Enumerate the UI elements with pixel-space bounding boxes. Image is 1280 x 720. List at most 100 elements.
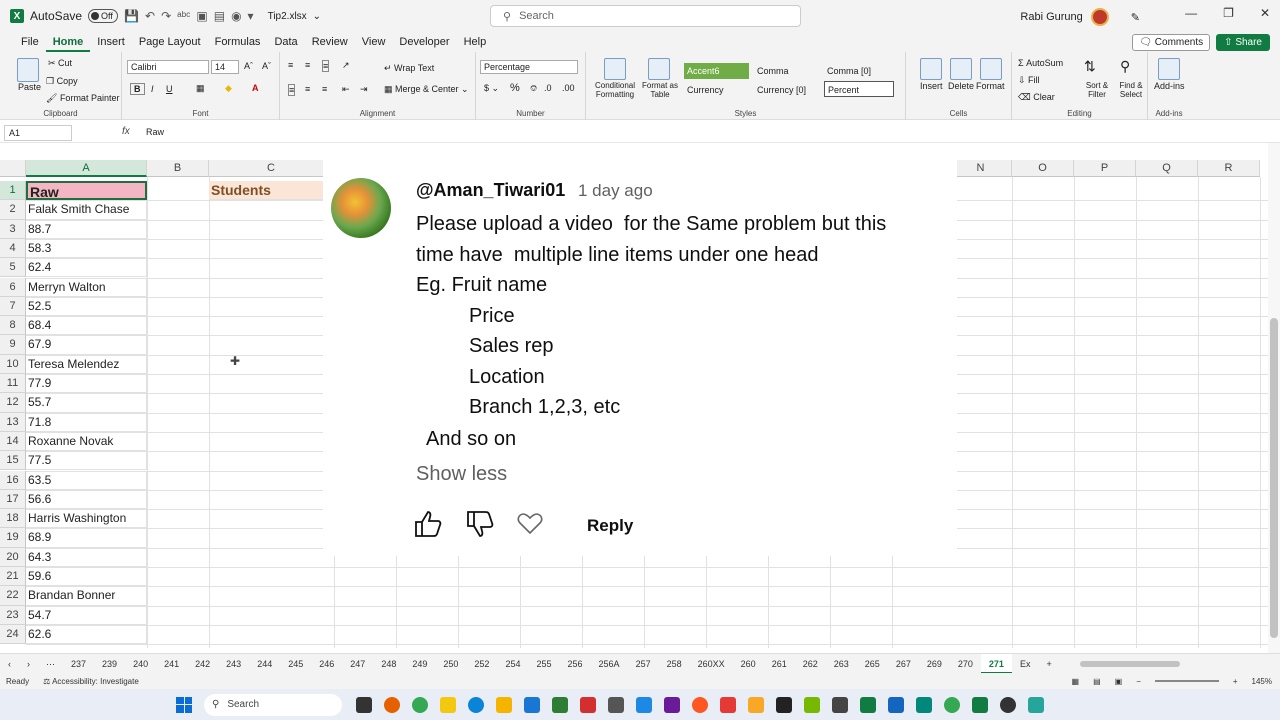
sheet-tab[interactable]: 265	[857, 654, 888, 674]
sheet-tab[interactable]: 243	[218, 654, 249, 674]
table-cell[interactable]: 56.6	[26, 489, 147, 510]
vertical-scrollbar[interactable]	[1268, 143, 1280, 653]
table-cell[interactable]: 62.6	[26, 624, 147, 645]
close-icon[interactable]: ✕	[1260, 6, 1270, 20]
column-header-c[interactable]: C	[209, 160, 334, 177]
sheet-tab[interactable]: 256	[560, 654, 591, 674]
fx-icon[interactable]: fx	[122, 126, 130, 137]
zoom-out-icon[interactable]: −	[1136, 677, 1141, 686]
thumbs-up-icon[interactable]	[413, 510, 443, 538]
sheet-tab[interactable]: 247	[342, 654, 373, 674]
sort-filter-button[interactable]: Sort & Filter	[1080, 81, 1114, 99]
table-cell[interactable]: Brandan Bonner	[26, 586, 147, 606]
insert-button[interactable]: Insert	[920, 81, 943, 91]
next-sheet-icon[interactable]: ›	[19, 654, 38, 674]
table-cell[interactable]: 68.9	[26, 528, 147, 548]
task-view-icon[interactable]	[356, 696, 372, 713]
name-box[interactable]: A1	[4, 125, 72, 141]
sheet-tab[interactable]: 252	[466, 654, 497, 674]
sheet-tab[interactable]: 245	[280, 654, 311, 674]
user-account[interactable]: Rabi Gurung ✎	[1020, 8, 1140, 26]
app-icon[interactable]	[776, 696, 792, 713]
orientation-icon[interactable]: ↗	[342, 60, 350, 71]
row-header[interactable]: 3	[0, 219, 26, 239]
paste-button[interactable]: Paste	[18, 82, 41, 92]
tab-developer[interactable]: Developer	[392, 32, 456, 52]
calendar-icon[interactable]	[524, 696, 540, 713]
font-color-icon[interactable]: A	[252, 83, 259, 93]
show-less-link[interactable]: Show less	[416, 463, 507, 486]
zoom-in-icon[interactable]: +	[1233, 677, 1238, 686]
customize-qat-icon[interactable]: ▾	[248, 9, 254, 23]
tab-help[interactable]: Help	[457, 32, 494, 52]
sheet-tab[interactable]: 267	[888, 654, 919, 674]
align-right-icon[interactable]: ≡	[322, 84, 327, 94]
number-format-select[interactable]: Percentage	[480, 60, 578, 74]
table-cell[interactable]: 77.9	[26, 374, 147, 394]
merge-center-button[interactable]: ▦ Merge & Center ⌄	[384, 84, 469, 95]
sheet-tab[interactable]: 250	[435, 654, 466, 674]
select-all-corner[interactable]	[0, 160, 26, 177]
style-currency[interactable]: Currency	[684, 82, 749, 98]
sheet-tab[interactable]: 248	[373, 654, 404, 674]
file-name[interactable]: Tip2.xlsx	[268, 11, 307, 22]
table-cell[interactable]: 71.8	[26, 412, 147, 432]
horizontal-scrollbar[interactable]	[1079, 660, 1180, 667]
tab-insert[interactable]: Insert	[90, 32, 132, 52]
pdf-icon[interactable]	[580, 696, 596, 713]
app-icon[interactable]	[916, 696, 932, 713]
row-header[interactable]: 12	[0, 393, 26, 413]
font-name-select[interactable]: Calibri	[127, 60, 209, 74]
table-cell[interactable]: Falak Smith Chase	[26, 200, 147, 220]
sheet-tab[interactable]: 257	[628, 654, 659, 674]
reply-button[interactable]: Reply	[587, 516, 633, 536]
tab-view[interactable]: View	[355, 32, 393, 52]
style-currency0[interactable]: Currency [0]	[754, 82, 820, 98]
font-size-select[interactable]: 14	[211, 60, 239, 74]
sheet-tab[interactable]: 244	[249, 654, 280, 674]
table-cell[interactable]: 88.7	[26, 219, 147, 239]
form-icon[interactable]: ▣	[196, 9, 207, 23]
snip-icon[interactable]	[552, 696, 568, 713]
style-comma0[interactable]: Comma [0]	[824, 63, 894, 79]
sheet-tab[interactable]: 246	[311, 654, 342, 674]
align-left-icon[interactable]: ≡	[288, 84, 296, 96]
decrease-indent-icon[interactable]: ⇤	[342, 84, 350, 95]
cut-button[interactable]: ✂ Cut	[48, 58, 72, 69]
row-header[interactable]: 16	[0, 470, 26, 490]
sheet-tab[interactable]: 239	[94, 654, 125, 674]
sheet-tab[interactable]: 261	[764, 654, 795, 674]
sheet-tab[interactable]: 254	[497, 654, 528, 674]
align-top-icon[interactable]: ≡	[288, 60, 293, 70]
sheet-tab[interactable]: 271	[980, 653, 1012, 674]
taskbar-search[interactable]: ⚲ Search	[204, 693, 342, 716]
pen-icon[interactable]: ✎	[1131, 11, 1140, 24]
table-cell[interactable]: 58.3	[26, 238, 147, 259]
chrome-icon[interactable]	[944, 696, 960, 713]
clear-button[interactable]: ⌫ Clear	[1018, 92, 1055, 103]
sheet-tab[interactable]: 260XX	[690, 654, 733, 674]
row-header[interactable]: 4	[0, 238, 26, 259]
table-cell[interactable]: 62.4	[26, 258, 147, 278]
borders-icon[interactable]: ▦	[196, 83, 205, 94]
heart-icon[interactable]	[517, 512, 543, 536]
increase-decimal-icon[interactable]: .0	[544, 83, 552, 93]
decrease-decimal-icon[interactable]: .00	[562, 83, 575, 93]
edge-icon[interactable]	[468, 696, 484, 713]
column-header-r[interactable]: R	[1198, 160, 1260, 177]
sheet-tab[interactable]: 269	[919, 654, 950, 674]
scroll-thumb[interactable]	[1270, 318, 1278, 638]
tab-home[interactable]: Home	[45, 32, 91, 52]
increase-font-icon[interactable]: Aˆ	[244, 61, 253, 71]
image-icon[interactable]: ▤	[214, 9, 225, 23]
tab-data[interactable]: Data	[267, 32, 304, 52]
minimize-icon[interactable]: —	[1185, 6, 1197, 20]
table-cell[interactable]: 63.5	[26, 470, 147, 490]
fill-color-icon[interactable]: ◆	[225, 83, 232, 94]
comma-style-icon[interactable]: ⎊	[530, 83, 537, 94]
copy-button[interactable]: ❐ Copy	[46, 76, 78, 87]
chrome-icon[interactable]	[412, 696, 428, 713]
search-input[interactable]: ⚲ Search	[490, 5, 801, 27]
table-cell[interactable]: 55.7	[26, 393, 147, 413]
column-header-q[interactable]: Q	[1136, 160, 1198, 177]
